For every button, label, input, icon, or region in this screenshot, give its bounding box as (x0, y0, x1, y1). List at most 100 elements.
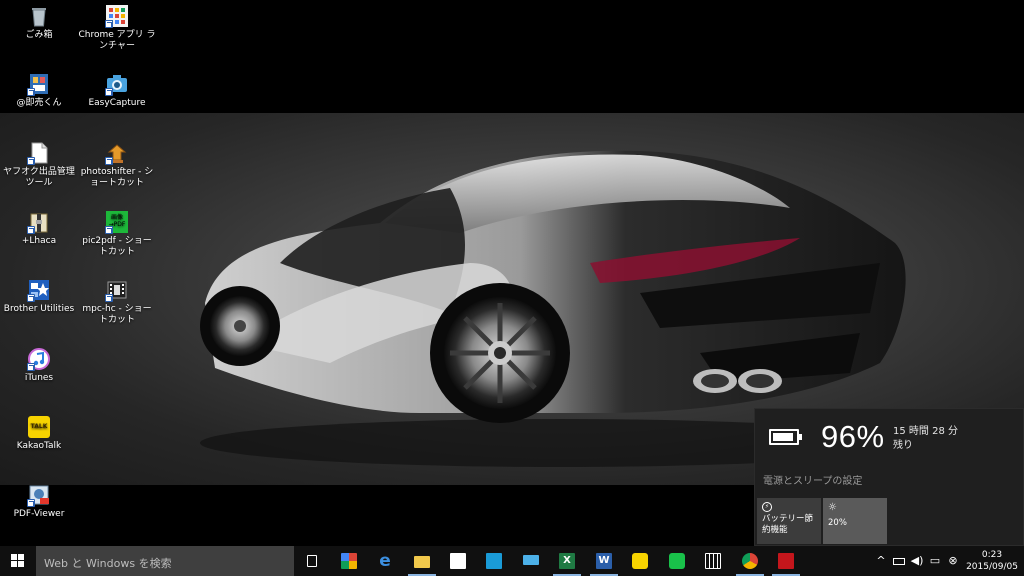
brightness-toggle[interactable]: ☼ 20% (823, 498, 887, 544)
store-icon (450, 553, 466, 569)
kakaotalk-icon: TALK (28, 416, 50, 438)
battery-remaining-time: 15 時間 28 分 (893, 426, 958, 437)
task-view-icon (307, 555, 317, 567)
brightness-icon: ☼ (828, 502, 837, 513)
taskbar: Web と Windows を検索 e X W ^ ◀) ▭ ⊗ 0:23 20… (0, 546, 1024, 576)
battery-flyout: 96% 15 時間 28 分 残り 電源とスリープの設定 ⚡ バッテリー節約機能… (754, 408, 1024, 546)
desktop-icon-recycle-bin[interactable]: ごみ箱 (0, 5, 78, 41)
brother-icon (27, 279, 50, 302)
desktop-icon-label: Brother Utilities (3, 304, 75, 314)
desktop-icon-label: iTunes (24, 373, 54, 383)
desktop-icon-label: KakaoTalk (16, 441, 62, 451)
battery-saver-toggle[interactable]: ⚡ バッテリー節約機能 (757, 498, 821, 544)
desktop-icon-pic2pdf[interactable]: 画像 →PDF pic2pdf - ショートカット (78, 211, 156, 258)
close-circle-icon[interactable]: ⊗ (946, 554, 960, 568)
shortcut-arrow-icon (27, 88, 35, 96)
taskbar-store[interactable] (440, 546, 476, 576)
taskbar-chrome[interactable] (732, 546, 768, 576)
app-icon (27, 73, 50, 96)
folder-icon (414, 556, 430, 568)
desktop-icon-label: EasyCapture (88, 98, 146, 108)
shortcut-arrow-icon (27, 363, 35, 371)
battery-percent: 96% (821, 419, 885, 454)
shortcut-arrow-icon (105, 20, 113, 28)
taskbar-kakaotalk[interactable] (622, 546, 658, 576)
itunes-icon (27, 348, 50, 371)
edge-icon: e (379, 551, 391, 571)
word-icon: W (596, 553, 612, 569)
taskbar-app-launcher[interactable] (331, 546, 367, 576)
taskbar-calculator[interactable] (695, 546, 731, 576)
desktop-icon-chrome-app-launcher[interactable]: Chrome アプリ ランチャー (78, 5, 156, 52)
desktop-icon-itunes[interactable]: iTunes (0, 348, 78, 384)
archive-icon (27, 211, 50, 234)
shortcut-arrow-icon (105, 88, 113, 96)
clock-time: 0:23 (981, 550, 1003, 560)
desktop-icon-label: mpc-hc - ショートカット (82, 304, 152, 325)
desktop-icon-label: ヤフオク出品管理ツール (3, 167, 75, 188)
show-hidden-icons-chevron[interactable]: ^ (874, 554, 888, 568)
pdf-viewer-icon (27, 484, 50, 507)
battery-tray-icon[interactable] (893, 554, 907, 568)
taskbar-outlook[interactable] (476, 546, 512, 576)
desktop-icon-label: photoshifter - ショートカット (80, 167, 154, 188)
laptop-icon (523, 555, 539, 565)
brightness-label: 20% (828, 518, 847, 528)
shortcut-arrow-icon (105, 294, 113, 302)
acrobat-icon (778, 553, 794, 569)
kakaotalk-icon (632, 553, 648, 569)
taskbar-word[interactable]: W (586, 546, 622, 576)
shortcut-arrow-icon (27, 157, 35, 165)
film-icon (105, 279, 128, 302)
task-view-button[interactable] (294, 546, 330, 576)
taskbar-notebook[interactable] (513, 546, 549, 576)
desktop-icon-label: +Lhaca (21, 236, 57, 246)
desktop-icon-sokubai[interactable]: @即売くん (0, 73, 78, 109)
line-icon (669, 553, 685, 569)
desktop-icon-kakaotalk[interactable]: TALK KakaoTalk (0, 416, 78, 452)
clock-date: 2015/09/05 (966, 562, 1018, 572)
desktop-icon-label: PDF-Viewer (13, 509, 65, 519)
start-button[interactable] (0, 546, 36, 576)
action-center-icon[interactable]: ▭ (928, 554, 942, 568)
excel-icon: X (559, 553, 575, 569)
desktop-icon-photoshifter[interactable]: photoshifter - ショートカット (78, 142, 156, 189)
power-sleep-settings-link[interactable]: 電源とスリープの設定 (763, 472, 862, 487)
taskbar-excel[interactable]: X (549, 546, 585, 576)
taskbar-clock[interactable]: 0:23 2015/09/05 (963, 549, 1021, 573)
app-launcher-icon (105, 5, 128, 28)
calculator-icon (705, 553, 721, 569)
desktop-icon-label: ごみ箱 (25, 30, 53, 40)
stamp-icon (105, 142, 128, 165)
shortcut-arrow-icon (27, 226, 35, 234)
taskbar-edge[interactable]: e (367, 546, 403, 576)
taskbar-file-explorer[interactable] (404, 546, 440, 576)
taskbar-line[interactable] (659, 546, 695, 576)
chrome-icon (742, 553, 758, 569)
desktop-icon-mpc-hc[interactable]: mpc-hc - ショートカット (78, 279, 156, 326)
battery-saver-icon: ⚡ (762, 502, 772, 512)
battery-icon (769, 429, 802, 445)
desktop-icon-label: @即売くん (16, 98, 62, 108)
desktop-icon-pdf-viewer[interactable]: PDF-Viewer (0, 484, 78, 520)
mail-icon (486, 553, 502, 569)
document-icon (27, 142, 50, 165)
battery-saver-label: バッテリー節約機能 (762, 514, 814, 535)
pic2pdf-icon: 画像 →PDF (105, 211, 128, 234)
desktop-icon-label: Chrome アプリ ランチャー (78, 30, 156, 51)
desktop-icon-label: pic2pdf - ショートカット (82, 236, 152, 257)
camera-icon (105, 73, 128, 96)
windows-logo-icon (11, 554, 25, 568)
speaker-icon[interactable]: ◀) (910, 554, 924, 568)
shortcut-arrow-icon (105, 226, 113, 234)
desktop-icon-easycapture[interactable]: EasyCapture (78, 73, 156, 109)
search-box[interactable]: Web と Windows を検索 (36, 546, 294, 576)
desktop-icon-yahuoku-tool[interactable]: ヤフオク出品管理ツール (0, 142, 78, 189)
taskbar-acrobat[interactable] (768, 546, 804, 576)
app-launcher-icon (341, 553, 357, 569)
shortcut-arrow-icon (105, 157, 113, 165)
desktop-icon-brother-utilities[interactable]: Brother Utilities (0, 279, 78, 315)
desktop-icon-lhaca[interactable]: +Lhaca (0, 211, 78, 247)
recycle-bin-icon (28, 5, 50, 27)
shortcut-arrow-icon (27, 499, 35, 507)
